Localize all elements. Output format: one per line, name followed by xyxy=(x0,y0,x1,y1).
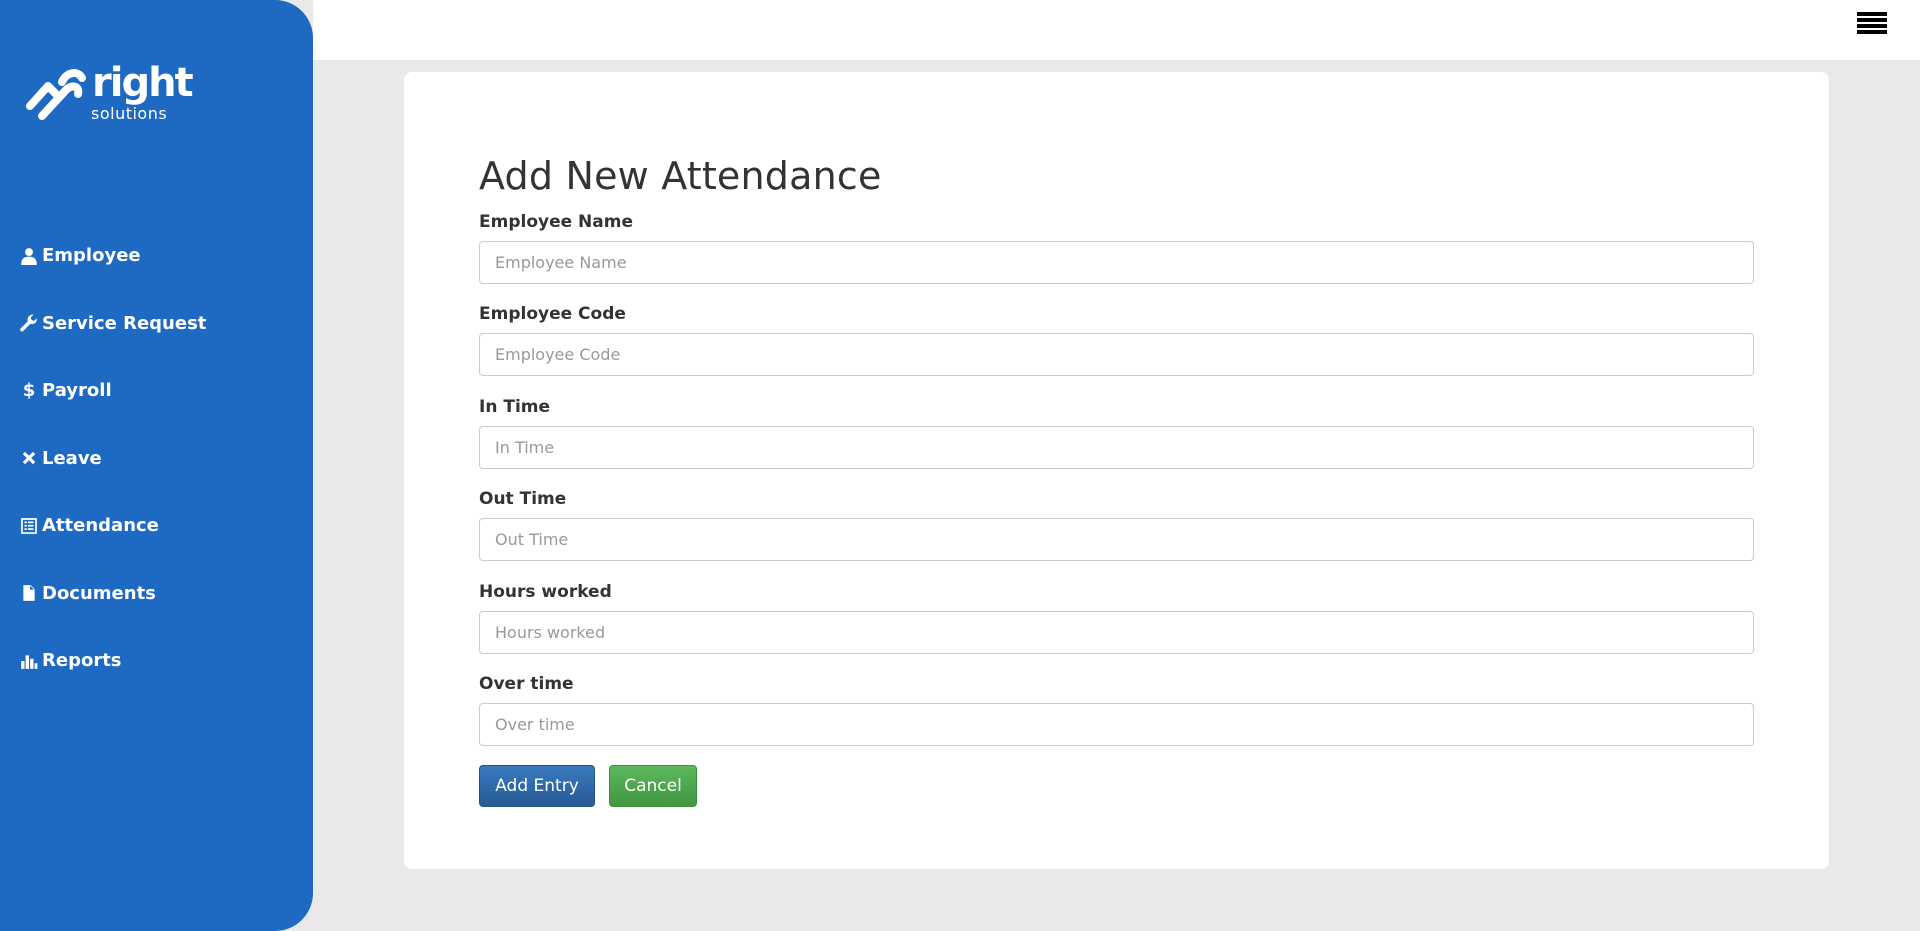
sidebar-item-label: Reports xyxy=(42,650,122,672)
stats-icon xyxy=(18,650,40,672)
sidebar-item-employee[interactable]: Employee xyxy=(0,222,313,290)
over-time-group: Over time xyxy=(479,672,1754,746)
in-time-input[interactable] xyxy=(479,426,1754,469)
sidebar-item-reports[interactable]: Reports xyxy=(0,627,313,695)
attendance-form-card: Add New Attendance Employee Name Employe… xyxy=(404,72,1829,869)
in-time-label: In Time xyxy=(479,397,551,417)
logo-mark-icon xyxy=(26,69,86,120)
employee-code-label: Employee Code xyxy=(479,304,626,324)
hours-worked-group: Hours worked xyxy=(479,580,1754,654)
sidebar-nav: Employee Service Request $ Payroll Leave… xyxy=(0,222,313,695)
top-bar xyxy=(313,0,1920,60)
employee-name-input[interactable] xyxy=(479,241,1754,284)
sidebar-item-label: Service Request xyxy=(42,312,207,334)
cancel-button[interactable]: Cancel xyxy=(609,765,697,807)
sidebar-item-label: Employee xyxy=(42,245,141,267)
list-alt-icon xyxy=(18,515,40,537)
sidebar-item-attendance[interactable]: Attendance xyxy=(0,492,313,560)
employee-name-group: Employee Name xyxy=(479,210,1754,284)
sidebar-item-label: Attendance xyxy=(42,515,159,537)
out-time-input[interactable] xyxy=(479,518,1754,561)
sidebar-item-label: Payroll xyxy=(42,380,112,402)
out-time-group: Out Time xyxy=(479,487,1754,561)
sidebar: right solutions Employee Service Request… xyxy=(0,0,313,931)
dollar-icon: $ xyxy=(22,380,36,402)
close-icon xyxy=(18,447,40,469)
employee-code-input[interactable] xyxy=(479,333,1754,376)
sidebar-item-payroll[interactable]: $ Payroll xyxy=(0,357,313,425)
sidebar-item-documents[interactable]: Documents xyxy=(0,560,313,628)
hours-worked-input[interactable] xyxy=(479,611,1754,654)
sidebar-item-service-request[interactable]: Service Request xyxy=(0,290,313,358)
hours-worked-label: Hours worked xyxy=(479,582,612,602)
hamburger-icon[interactable] xyxy=(1857,12,1887,40)
wrench-icon xyxy=(18,312,40,334)
out-time-label: Out Time xyxy=(479,489,567,509)
in-time-group: In Time xyxy=(479,395,1754,469)
sidebar-item-label: Leave xyxy=(42,447,102,469)
brand-logo[interactable]: right solutions xyxy=(26,60,194,126)
over-time-label: Over time xyxy=(479,674,574,694)
sidebar-item-leave[interactable]: Leave xyxy=(0,425,313,493)
file-icon xyxy=(18,582,40,604)
user-icon xyxy=(18,245,40,267)
add-entry-button[interactable]: Add Entry xyxy=(479,765,595,807)
employee-code-group: Employee Code xyxy=(479,302,1754,376)
employee-name-label: Employee Name xyxy=(479,212,634,232)
over-time-input[interactable] xyxy=(479,703,1754,746)
brand-tagline: solutions xyxy=(91,104,168,123)
brand-name: right xyxy=(92,60,194,106)
sidebar-item-label: Documents xyxy=(42,582,156,604)
page-title: Add New Attendance xyxy=(479,154,882,198)
